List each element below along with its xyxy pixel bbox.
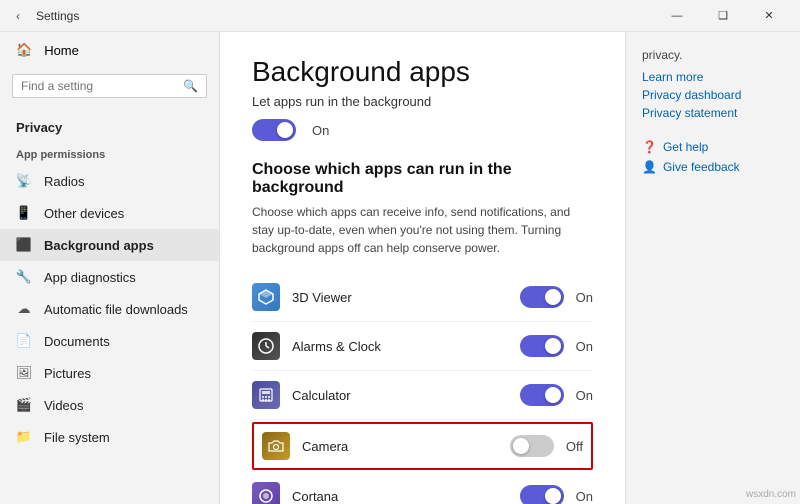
pictures-label: Pictures [44, 366, 91, 381]
3dviewer-toggle-row: On [520, 286, 593, 308]
other-devices-icon: 📱 [16, 205, 32, 221]
sidebar-item-pictures[interactable]: 🖼 Pictures [0, 357, 219, 389]
search-box[interactable]: 🔍 [12, 74, 207, 98]
home-label: Home [44, 43, 79, 58]
camera-toggle[interactable] [510, 435, 554, 457]
camera-icon [262, 432, 290, 460]
calculator-name: Calculator [292, 388, 508, 403]
give-feedback-action[interactable]: 👤 Give feedback [642, 160, 784, 174]
learn-more-link[interactable]: Learn more [642, 70, 784, 84]
3dviewer-name: 3D Viewer [292, 290, 508, 305]
app-row-clock: Alarms & Clock On [252, 322, 593, 371]
panel-divider [642, 124, 784, 140]
maximize-button[interactable]: ❑ [700, 0, 746, 32]
3dviewer-toggle[interactable] [520, 286, 564, 308]
sidebar-item-videos[interactable]: 🎬 Videos [0, 389, 219, 421]
sidebar-item-background-apps[interactable]: ⬛ Background apps [0, 229, 219, 261]
cortana-icon [252, 482, 280, 504]
back-button[interactable]: ‹ [8, 6, 28, 26]
clock-icon [252, 332, 280, 360]
app-row-calculator: Calculator On [252, 371, 593, 420]
sidebar-item-app-diagnostics[interactable]: 🔧 App diagnostics [0, 261, 219, 293]
videos-label: Videos [44, 398, 84, 413]
app-body: 🏠 Home 🔍 Privacy App permissions 📡 Radio… [0, 32, 800, 504]
get-help-action[interactable]: ❓ Get help [642, 140, 784, 154]
cortana-toggle-row: On [520, 485, 593, 504]
section-heading: Choose which apps can run in the backgro… [252, 161, 593, 197]
app-diagnostics-icon: 🔧 [16, 269, 32, 285]
calculator-toggle[interactable] [520, 384, 564, 406]
title-bar-controls: — ❑ ✕ [654, 0, 792, 32]
videos-icon: 🎬 [16, 397, 32, 413]
app-diagnostics-label: App diagnostics [44, 270, 136, 285]
master-toggle-row: On [252, 119, 593, 141]
auto-downloads-icon: ☁ [16, 301, 32, 317]
home-icon: 🏠 [16, 42, 32, 58]
page-title: Background apps [252, 56, 593, 88]
calculator-toggle-label: On [576, 388, 593, 403]
main-content: Background apps Let apps run in the back… [220, 32, 625, 504]
camera-toggle-label: Off [566, 439, 583, 454]
documents-icon: 📄 [16, 333, 32, 349]
give-feedback-label: Give feedback [663, 160, 740, 174]
sidebar-item-home[interactable]: 🏠 Home [0, 32, 219, 68]
get-help-label: Get help [663, 140, 708, 154]
search-input[interactable] [21, 79, 183, 93]
privacy-header: Privacy [0, 108, 219, 141]
app-row-cortana: Cortana On [252, 472, 593, 504]
file-system-icon: 📁 [16, 429, 32, 445]
master-toggle-label: On [312, 123, 329, 138]
sidebar-item-file-system[interactable]: 📁 File system [0, 421, 219, 453]
pictures-icon: 🖼 [16, 365, 32, 381]
clock-toggle-label: On [576, 339, 593, 354]
other-devices-label: Other devices [44, 206, 124, 221]
section-desc: Choose which apps can receive info, send… [252, 203, 593, 257]
documents-label: Documents [44, 334, 110, 349]
app-permissions-label: App permissions [0, 141, 219, 165]
title-bar-title: Settings [36, 9, 79, 23]
camera-name: Camera [302, 439, 498, 454]
minimize-button[interactable]: — [654, 0, 700, 32]
radios-icon: 📡 [16, 173, 32, 189]
calculator-toggle-row: On [520, 384, 593, 406]
clock-toggle-row: On [520, 335, 593, 357]
right-panel-intro: privacy. [642, 48, 784, 62]
app-list: 3D Viewer On Alarms & Clock [252, 273, 593, 504]
page-subtitle: Let apps run in the background [252, 94, 593, 109]
give-feedback-icon: 👤 [642, 160, 657, 174]
calculator-icon [252, 381, 280, 409]
3dviewer-icon [252, 283, 280, 311]
watermark: wsxdn.com [746, 489, 796, 500]
file-system-label: File system [44, 430, 110, 445]
auto-downloads-label: Automatic file downloads [44, 302, 188, 317]
app-row-3dviewer: 3D Viewer On [252, 273, 593, 322]
clock-name: Alarms & Clock [292, 339, 508, 354]
search-icon: 🔍 [183, 79, 198, 93]
title-bar: ‹ Settings — ❑ ✕ [0, 0, 800, 32]
cortana-toggle-label: On [576, 489, 593, 504]
cortana-name: Cortana [292, 489, 508, 504]
title-bar-left: ‹ Settings [8, 6, 654, 26]
title-bar-nav: ‹ [8, 6, 28, 26]
camera-toggle-row: Off [510, 435, 583, 457]
clock-toggle[interactable] [520, 335, 564, 357]
right-panel: privacy. Learn more Privacy dashboard Pr… [625, 32, 800, 504]
background-apps-icon: ⬛ [16, 237, 32, 253]
radios-label: Radios [44, 174, 84, 189]
privacy-dashboard-link[interactable]: Privacy dashboard [642, 88, 784, 102]
3dviewer-toggle-label: On [576, 290, 593, 305]
sidebar-item-radios[interactable]: 📡 Radios [0, 165, 219, 197]
close-button[interactable]: ✕ [746, 0, 792, 32]
cortana-toggle[interactable] [520, 485, 564, 504]
privacy-statement-link[interactable]: Privacy statement [642, 106, 784, 120]
sidebar: 🏠 Home 🔍 Privacy App permissions 📡 Radio… [0, 32, 220, 504]
master-toggle[interactable] [252, 119, 296, 141]
sidebar-item-documents[interactable]: 📄 Documents [0, 325, 219, 357]
get-help-icon: ❓ [642, 140, 657, 154]
sidebar-item-other-devices[interactable]: 📱 Other devices [0, 197, 219, 229]
sidebar-item-auto-downloads[interactable]: ☁ Automatic file downloads [0, 293, 219, 325]
background-apps-label: Background apps [44, 238, 154, 253]
app-row-camera: Camera Off [252, 422, 593, 470]
